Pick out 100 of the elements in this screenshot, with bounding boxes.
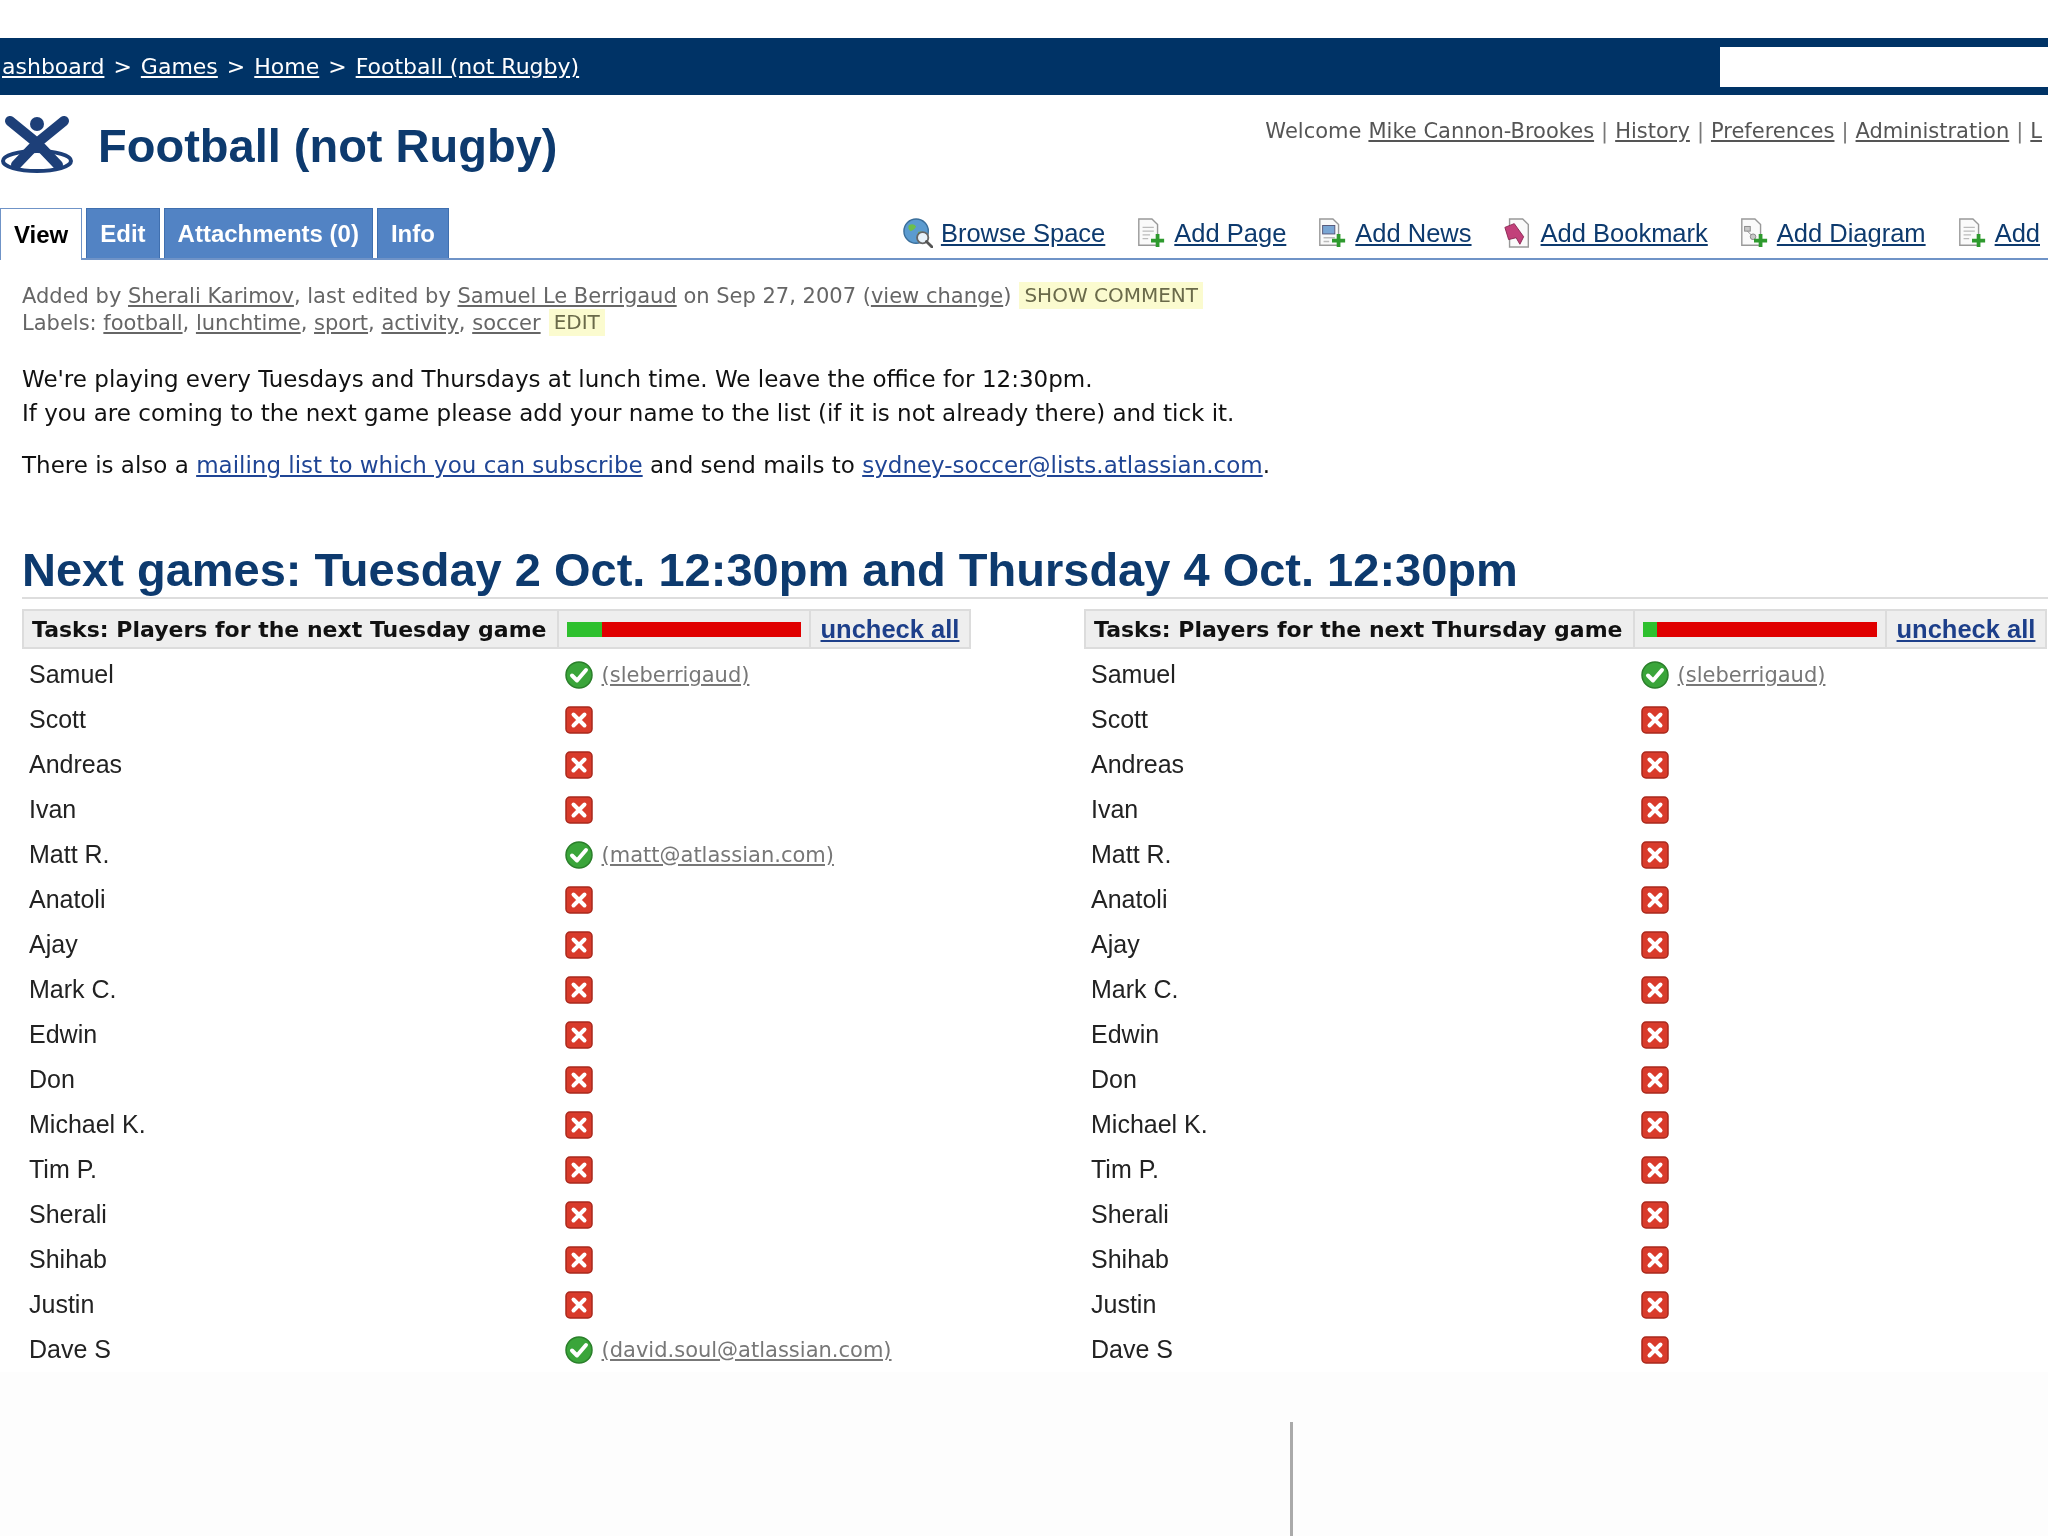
player-name: Matt R. [1091, 840, 1172, 869]
tick-icon[interactable] [564, 660, 593, 689]
cross-icon[interactable] [564, 1290, 593, 1319]
player-name: Justin [1091, 1290, 1157, 1319]
player-name: Edwin [29, 1020, 98, 1049]
breadcrumb-link[interactable]: ashboard [2, 54, 105, 79]
toolbar-link[interactable]: Add News [1317, 218, 1472, 248]
cross-icon[interactable] [1640, 930, 1669, 959]
tick-icon[interactable] [564, 840, 593, 869]
toolbar-link[interactable]: Add [1956, 218, 2040, 248]
cross-icon[interactable] [564, 1155, 593, 1184]
cross-icon[interactable] [1640, 840, 1669, 869]
toolbar-link[interactable]: Browse Space [902, 218, 1106, 248]
tab[interactable]: Edit [86, 208, 160, 258]
table-header-cell: Tasks: Players for the next Thursday game [1084, 609, 1633, 649]
edit-labels-button[interactable]: EDIT [548, 309, 605, 336]
player-name: Don [29, 1065, 75, 1094]
tab[interactable]: View [0, 208, 83, 260]
player-user-link[interactable]: (sleberrigaud) [601, 662, 750, 687]
user-menu-link[interactable]: Mike Cannon-Brookes [1368, 119, 1595, 143]
label-link[interactable]: sport [314, 310, 369, 335]
toolbar-link[interactable]: Add Diagram [1738, 218, 1926, 248]
cross-icon[interactable] [1640, 1200, 1669, 1229]
page-meta-text: Added by Sherali Karimov, last edited by Samuel Le Berrigaud on Sep 27, 2007 (view change) [22, 283, 1012, 308]
logo-icon [0, 115, 75, 175]
cross-icon[interactable] [564, 1065, 593, 1094]
player-name: Ivan [1091, 795, 1139, 824]
player-user-link[interactable]: (matt@atlassian.com) [601, 842, 834, 867]
player-name: Edwin [1091, 1020, 1160, 1049]
page-plus-icon [1136, 218, 1167, 248]
text-link[interactable]: mailing list to which you can subscribe [196, 452, 643, 478]
cross-icon[interactable] [1640, 1020, 1669, 1049]
user-menu-link[interactable]: Administration [1855, 119, 2010, 143]
player-user-link[interactable]: (sleberrigaud) [1677, 662, 1826, 687]
cross-icon[interactable] [1640, 1245, 1669, 1274]
player-name: Shihab [29, 1245, 107, 1274]
cross-icon[interactable] [564, 1110, 593, 1139]
uncheck-all-link[interactable]: uncheck all [820, 614, 960, 644]
player-name: Tim P. [1091, 1155, 1160, 1184]
label-link[interactable]: lunchtime [195, 310, 301, 335]
cross-icon[interactable] [1640, 1155, 1669, 1184]
cross-icon[interactable] [1640, 750, 1669, 779]
player-name: Michael K. [29, 1110, 146, 1139]
search-field[interactable] [1720, 46, 2048, 87]
cross-icon[interactable] [564, 795, 593, 824]
toolbar-link[interactable]: Add Bookmark [1502, 218, 1708, 248]
page-meta-link[interactable]: view change [870, 283, 1004, 308]
page-title: Football (not Rugby) [98, 117, 558, 173]
tick-icon[interactable] [564, 1335, 593, 1364]
text-link[interactable]: sydney-soccer@lists.atlassian.com [862, 452, 1263, 478]
tab[interactable]: Attachments (0) [163, 208, 373, 258]
tick-icon[interactable] [1640, 660, 1669, 689]
player-name: Mark C. [29, 975, 117, 1004]
user-menu-link[interactable]: Preferences [1710, 119, 1835, 143]
page-meta-link[interactable]: Samuel Le Berrigaud [457, 283, 677, 308]
label-link[interactable]: activity [381, 310, 459, 335]
breadcrumb-separator: > [113, 54, 132, 79]
breadcrumb-link[interactable]: Home [254, 54, 320, 79]
cross-icon[interactable] [564, 975, 593, 1004]
player-name: Tim P. [29, 1155, 98, 1184]
welcome-text: Welcome [1265, 119, 1362, 143]
cross-icon[interactable] [1640, 885, 1669, 914]
breadcrumb-link[interactable]: Games [140, 54, 218, 79]
player-name: Andreas [29, 750, 123, 779]
toolbar-link[interactable]: Add Page [1136, 218, 1287, 248]
cross-icon[interactable] [564, 1200, 593, 1229]
show-comment-button[interactable]: SHOW COMMENT [1019, 282, 1204, 309]
cross-icon[interactable] [1640, 1065, 1669, 1094]
cross-icon[interactable] [1640, 1335, 1669, 1364]
cross-icon[interactable] [1640, 975, 1669, 1004]
menu-separator: | [2016, 119, 2024, 143]
cross-icon[interactable] [564, 705, 593, 734]
intro-text: If you are coming to the next game please add your name to the list (if it is not already there) and tick it. [22, 399, 1236, 428]
breadcrumb-separator: > [226, 54, 246, 79]
page-meta-link[interactable]: Sherali Karimov [128, 283, 294, 308]
section-heading: Next games: Tuesday 2 Oct. 12:30pm and Thursday 4 Oct. 12:30pm [22, 544, 2048, 599]
menu-separator: | [1841, 119, 1849, 143]
breadcrumb-link[interactable]: Football (not Rugby) [355, 54, 580, 79]
cross-icon[interactable] [564, 1245, 593, 1274]
cross-icon[interactable] [1640, 1110, 1669, 1139]
label-link[interactable]: soccer [472, 310, 541, 335]
user-menu-link[interactable]: L [2030, 119, 2042, 143]
player-name: Don [1091, 1065, 1137, 1094]
cross-icon[interactable] [564, 750, 593, 779]
cross-icon[interactable] [564, 1020, 593, 1049]
player-name: Dave S [29, 1335, 111, 1364]
cross-icon[interactable] [564, 885, 593, 914]
player-name: Matt R. [29, 840, 110, 869]
cross-icon[interactable] [1640, 705, 1669, 734]
uncheck-all-link[interactable]: uncheck all [1896, 614, 2036, 644]
tab[interactable]: Info [376, 208, 449, 258]
cross-icon[interactable] [564, 930, 593, 959]
label-link[interactable]: football [103, 310, 183, 335]
player-user-link[interactable]: (david.soul@atlassian.com) [601, 1337, 892, 1362]
cross-icon[interactable] [1640, 1290, 1669, 1319]
cross-icon[interactable] [1640, 795, 1669, 824]
user-menu-link[interactable]: History [1615, 119, 1690, 143]
diagram-page-plus-icon [1738, 218, 1769, 248]
player-name: Samuel [1091, 660, 1176, 689]
player-name: Michael K. [1091, 1110, 1208, 1139]
